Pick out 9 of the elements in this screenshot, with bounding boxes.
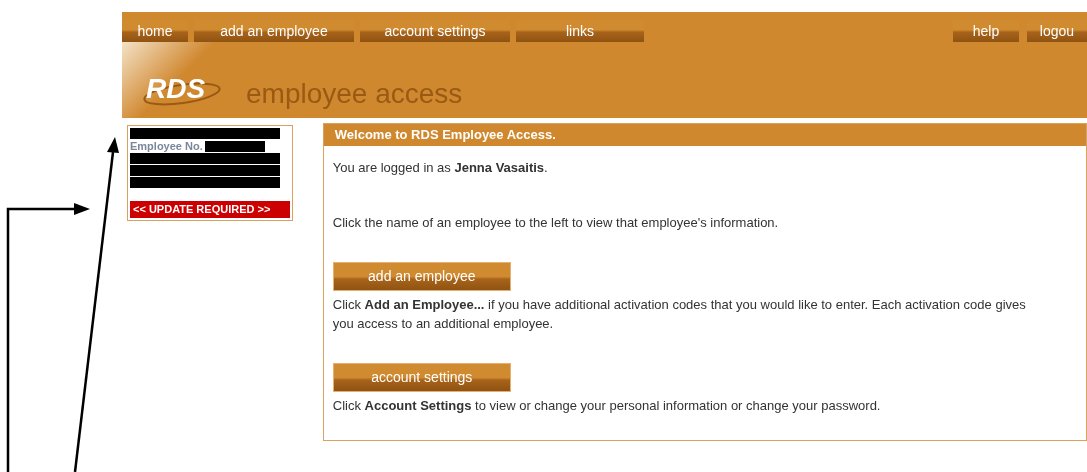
update-required-button[interactable]: << UPDATE REQUIRED >> bbox=[130, 201, 290, 218]
action-button[interactable]: account settings bbox=[332, 363, 511, 392]
help-paragraph: Click Account Settings to view or change your personal information or change your password. bbox=[332, 397, 882, 415]
action-button[interactable]: add an employee bbox=[332, 262, 511, 291]
panel-title: Welcome to RDS Employee Access. bbox=[323, 124, 1086, 146]
logged-in-text: You are logged in as Jenna Vasaitis. bbox=[332, 159, 549, 177]
employee-number-label: Employee No. bbox=[130, 140, 203, 152]
help-paragraph: Click Add an Employee... if you have additional activation codes that you would like to enter. Each activation code gives you access to an additional employee. bbox=[332, 296, 1027, 333]
instruction-text: Click the name of an employee to the left to view that employee's information. bbox=[332, 213, 780, 232]
